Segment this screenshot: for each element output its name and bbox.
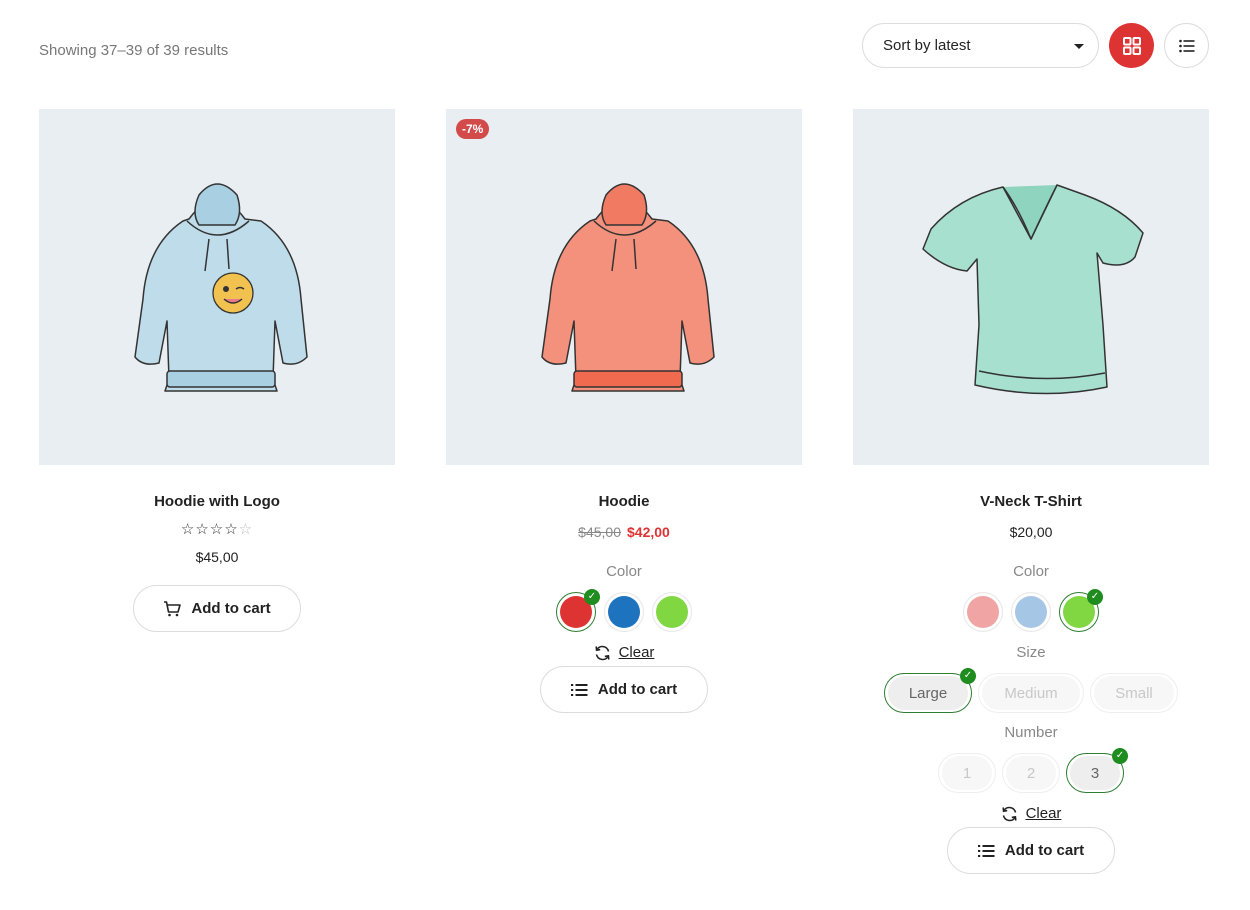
- product-image[interactable]: [853, 109, 1209, 465]
- color-swatch-red[interactable]: ✓: [556, 589, 600, 632]
- number-label: Number: [1004, 724, 1058, 741]
- size-options: Large ✓ Medium Small: [853, 668, 1209, 713]
- color-swatch-blue[interactable]: [604, 592, 644, 632]
- color-dot: [656, 596, 688, 628]
- color-swatch-green[interactable]: ✓: [1059, 589, 1103, 632]
- color-label: Color: [1013, 563, 1049, 580]
- check-icon: ✓: [584, 589, 600, 605]
- product-card: -7% Hoodie $45,00 $42,00 Color ✓ Clear A…: [446, 109, 802, 713]
- color-dot: [967, 596, 999, 628]
- list-icon: [1178, 39, 1194, 52]
- color-dot: [608, 596, 640, 628]
- list-view-button[interactable]: [1164, 23, 1209, 68]
- number-option-2[interactable]: 2: [1002, 753, 1060, 793]
- color-dot: [1015, 596, 1047, 628]
- product-title[interactable]: V-Neck T-Shirt: [853, 493, 1209, 511]
- clear-selection-link[interactable]: Clear: [853, 805, 1209, 822]
- number-option-label: 2: [1006, 756, 1056, 790]
- number-option-1[interactable]: 1: [938, 753, 996, 793]
- size-option-large[interactable]: Large ✓: [884, 668, 976, 713]
- size-option-label: Large: [888, 676, 968, 710]
- sort-dropdown-value: Sort by latest: [883, 37, 971, 54]
- product-title[interactable]: Hoodie: [446, 493, 802, 511]
- chevron-down-icon: [1074, 44, 1084, 49]
- add-to-cart-label: Add to cart: [1004, 842, 1085, 859]
- refresh-icon: [1001, 806, 1017, 821]
- clear-selection-link[interactable]: Clear: [446, 644, 802, 661]
- list-icon: [977, 844, 995, 857]
- star-icon: ☆: [224, 521, 239, 538]
- add-to-cart-button[interactable]: Add to cart: [133, 585, 301, 632]
- cart-icon: [164, 600, 182, 616]
- product-price: $45,00 $42,00: [446, 523, 802, 541]
- sale-price: $42,00: [627, 524, 670, 540]
- color-swatches: ✓: [853, 589, 1209, 632]
- shop-toolbar: Showing 37–39 of 39 results Sort by late…: [0, 0, 1250, 90]
- star-icon: ☆: [209, 521, 225, 538]
- color-swatch-light-blue[interactable]: [1011, 592, 1051, 632]
- clear-label: Clear: [1025, 805, 1062, 822]
- add-to-cart-button[interactable]: Add to cart: [947, 827, 1115, 874]
- star-icon: ☆: [180, 521, 196, 538]
- product-image[interactable]: [39, 109, 395, 465]
- number-option-label: 1: [942, 756, 992, 790]
- check-icon: ✓: [960, 668, 976, 684]
- product-image[interactable]: -7%: [446, 109, 802, 465]
- product-card: Hoodie with Logo ☆☆☆☆☆ $45,00 Add to car…: [39, 109, 395, 632]
- size-option-label: Medium: [982, 676, 1080, 710]
- check-icon: ✓: [1087, 589, 1103, 605]
- size-option-medium[interactable]: Medium: [978, 673, 1084, 713]
- sort-dropdown[interactable]: Sort by latest: [862, 23, 1099, 68]
- add-to-cart-button[interactable]: Add to cart: [540, 666, 708, 713]
- size-label: Size: [1016, 644, 1046, 661]
- hoodie-logo-illustration: [134, 183, 308, 392]
- sale-badge: -7%: [456, 119, 490, 139]
- clear-label: Clear: [618, 644, 655, 661]
- product-rating: ☆☆☆☆☆: [39, 522, 395, 538]
- grid-view-button[interactable]: [1109, 23, 1154, 68]
- check-icon: ✓: [1112, 748, 1128, 764]
- color-swatch-green[interactable]: [652, 592, 692, 632]
- product-title[interactable]: Hoodie with Logo: [39, 493, 395, 511]
- star-icon: ☆: [238, 521, 254, 538]
- old-price: $45,00: [578, 524, 621, 540]
- number-option-3[interactable]: 3 ✓: [1066, 748, 1128, 793]
- product-price: $20,00: [1009, 524, 1053, 540]
- list-icon: [570, 683, 588, 696]
- add-to-cart-label: Add to cart: [191, 600, 271, 617]
- product-card: V-Neck T-Shirt $20,00 Color ✓ Size Large…: [853, 109, 1209, 874]
- add-to-cart-label: Add to cart: [597, 681, 678, 698]
- color-label: Color: [606, 563, 642, 580]
- result-count: Showing 37–39 of 39 results: [39, 42, 229, 59]
- number-options: 1 2 3 ✓: [853, 748, 1209, 793]
- color-swatches: ✓: [446, 589, 802, 632]
- product-price: $45,00: [195, 549, 239, 565]
- color-swatch-pink[interactable]: [963, 592, 1003, 632]
- grid-icon: [1122, 36, 1141, 55]
- star-icon: ☆: [195, 521, 210, 538]
- size-option-label: Small: [1094, 676, 1174, 710]
- number-option-label: 3: [1070, 756, 1120, 790]
- refresh-icon: [594, 645, 610, 660]
- size-option-small[interactable]: Small: [1090, 673, 1178, 713]
- vneck-tshirt-illustration: [922, 184, 1144, 395]
- hoodie-illustration: [541, 183, 715, 392]
